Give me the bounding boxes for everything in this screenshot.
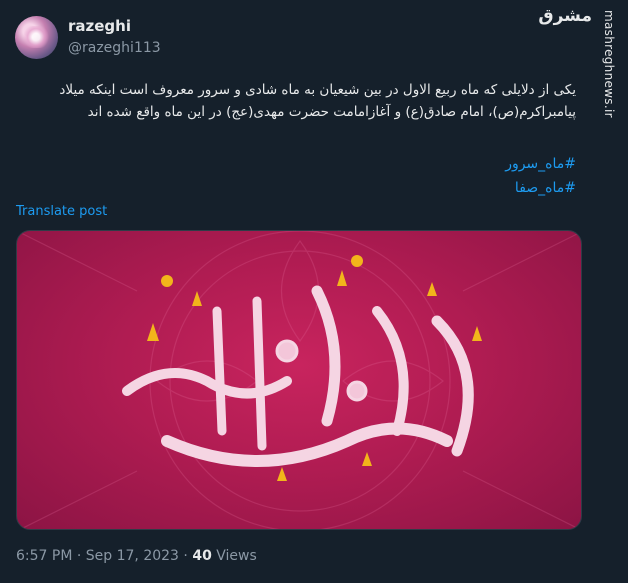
display-name[interactable]: razeghi xyxy=(68,17,131,35)
post-image[interactable] xyxy=(16,230,582,530)
hashtag-list: #ماه_سرور #ماه_صفا xyxy=(505,152,576,200)
tweet: razeghi @razeghi113 یکی از دلایلی که ماه… xyxy=(0,0,590,583)
mashregh-logo: مشرق xyxy=(538,6,592,26)
user-handle[interactable]: @razeghi113 xyxy=(68,40,161,56)
watermark-site: mashreghnews.ir xyxy=(602,10,616,118)
post-date[interactable]: Sep 17, 2023 xyxy=(86,548,179,564)
tweet-text: یکی از دلایلی که ماه ربیع الاول در بین ش… xyxy=(59,82,576,120)
views-label: Views xyxy=(216,548,257,564)
avatar[interactable] xyxy=(15,16,58,59)
translate-post-link[interactable]: Translate post xyxy=(16,204,107,219)
meta-separator: · xyxy=(183,548,188,564)
meta-separator: · xyxy=(76,548,82,564)
hashtag-link[interactable]: #ماه_صفا xyxy=(505,176,576,200)
views-count: 40 xyxy=(192,548,212,564)
hashtag-link[interactable]: #ماه_سرور xyxy=(505,152,576,176)
calligraphy-artwork xyxy=(17,231,581,529)
post-time[interactable]: 6:57 PM xyxy=(16,548,72,564)
post-metadata: 6:57 PM · Sep 17, 2023 · 40 Views xyxy=(16,548,257,564)
